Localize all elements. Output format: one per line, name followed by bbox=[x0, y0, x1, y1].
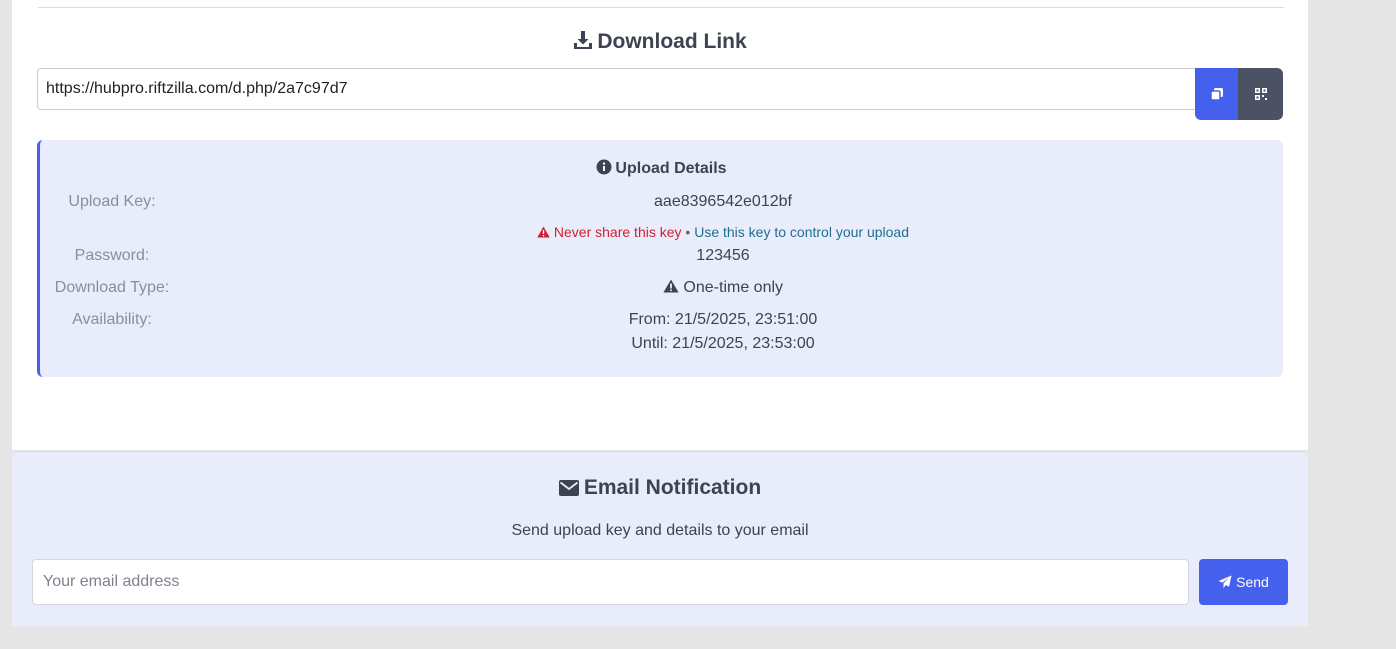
availability-from: From: 21/5/2025, 23:51:00 bbox=[628, 311, 818, 328]
send-button-label: Send bbox=[1236, 574, 1269, 590]
send-email-button[interactable]: Send bbox=[1199, 559, 1288, 605]
email-notification-title: Email Notification bbox=[583, 476, 762, 499]
upload-key-warning: Never share this key • Use this key to c… bbox=[40, 224, 1396, 240]
warning-icon bbox=[663, 279, 679, 293]
upload-details-heading: Upload Details bbox=[40, 159, 1283, 178]
paper-plane-icon bbox=[1218, 575, 1232, 588]
email-notification-heading: Email Notification bbox=[12, 476, 1308, 500]
download-type-text: One-time only bbox=[683, 279, 784, 296]
copy-icon bbox=[1209, 88, 1223, 101]
upload-key-value: aae8396542e012bf bbox=[654, 193, 792, 210]
email-input[interactable] bbox=[32, 559, 1189, 605]
download-link-heading: Download Link bbox=[12, 30, 1308, 54]
download-type-value: One-time only bbox=[40, 279, 1396, 297]
upload-details-title: Upload Details bbox=[615, 160, 727, 177]
availability-until: Until: 21/5/2025, 23:53:00 bbox=[631, 335, 815, 352]
info-icon bbox=[596, 159, 612, 175]
email-notification-section: Email Notification Send upload key and d… bbox=[12, 451, 1308, 626]
never-share-warning: Never share this key bbox=[553, 224, 682, 240]
password-value: 123456 bbox=[696, 247, 750, 264]
qr-code-button[interactable] bbox=[1238, 68, 1283, 120]
warning-icon bbox=[537, 226, 550, 238]
download-icon bbox=[574, 31, 593, 49]
copy-link-button[interactable] bbox=[1195, 68, 1238, 120]
warning-separator: • bbox=[685, 224, 691, 240]
envelope-icon bbox=[558, 480, 579, 496]
qr-icon bbox=[1254, 88, 1267, 100]
download-link-title: Download Link bbox=[597, 30, 747, 53]
upload-details-panel: Upload Details Upload Key: aae8396542e01… bbox=[37, 140, 1283, 377]
email-notification-subtitle: Send upload key and details to your emai… bbox=[511, 522, 809, 539]
key-usage-info: Use this key to control your upload bbox=[694, 224, 909, 240]
download-link-input[interactable] bbox=[37, 68, 1195, 110]
result-card: Download Link Upload Details Up bbox=[12, 0, 1308, 450]
divider bbox=[38, 7, 1284, 8]
